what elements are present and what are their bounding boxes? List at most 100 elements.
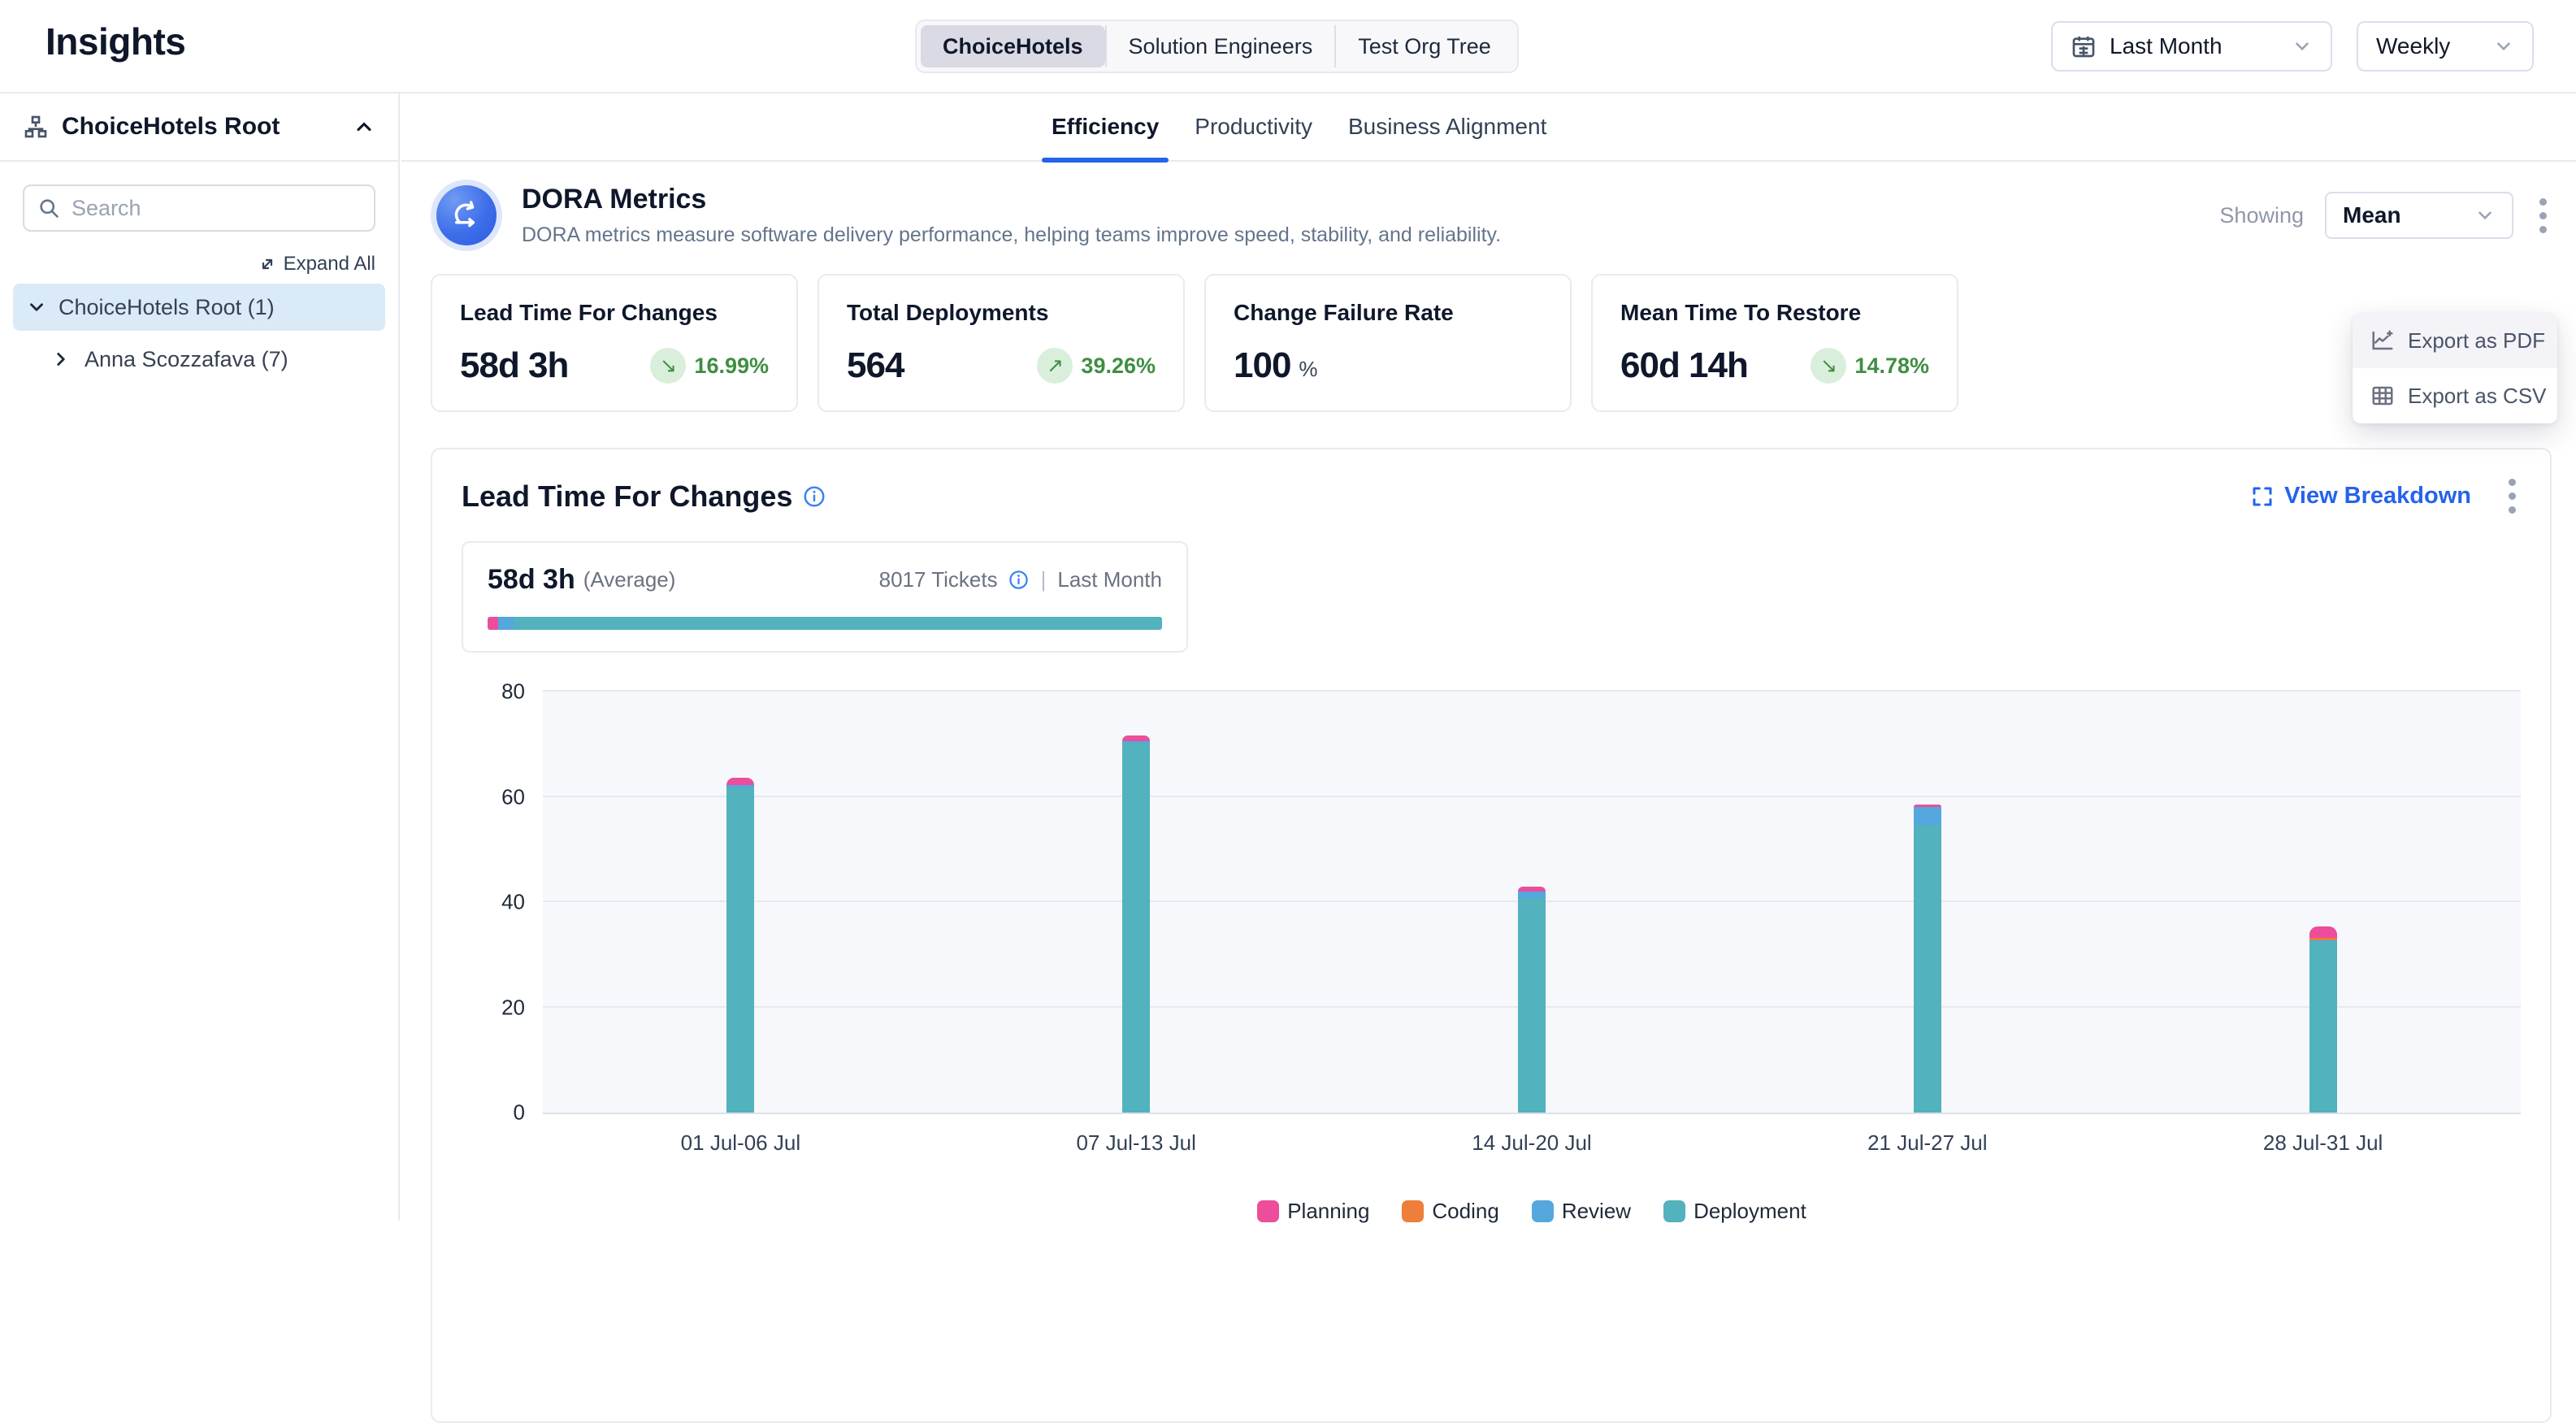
summary-period: Last Month: [1057, 567, 1162, 592]
legend-item-planning[interactable]: Planning: [1257, 1199, 1369, 1224]
chevron-down-icon: [2292, 36, 2313, 57]
summary-qualifier: (Average): [583, 567, 676, 592]
main-area: Efficiency Productivity Business Alignme…: [401, 93, 2576, 1221]
legend-swatch: [1663, 1200, 1685, 1222]
stacked-bar[interactable]: [726, 692, 754, 1113]
legend-label: Review: [1562, 1199, 1631, 1224]
sidebar-search[interactable]: [23, 184, 375, 232]
metric-title: Total Deployments: [847, 300, 1156, 326]
org-chart-icon: [23, 114, 49, 140]
org-tab-choicehotels[interactable]: ChoiceHotels: [921, 25, 1105, 67]
lead-time-chart: 020406080 01 Jul-06 Jul07 Jul-13 Jul14 J…: [462, 692, 2521, 1224]
panel-kebab-menu[interactable]: [2504, 474, 2521, 518]
dora-section-title: DORA Metrics: [522, 184, 1501, 215]
expand-all-label: Expand All: [284, 253, 375, 275]
metric-unit: %: [1299, 357, 1317, 382]
metric-value: 58d 3h: [460, 345, 568, 386]
tree-item-label: Anna Scozzafava (7): [85, 347, 288, 372]
chevron-down-icon: [2474, 205, 2496, 226]
page-title: Insights: [46, 20, 185, 63]
metric-card-total-deployments[interactable]: Total Deployments 564 ↗ 39.26%: [817, 274, 1185, 412]
tickets-count: 8017 Tickets: [879, 567, 998, 592]
x-axis-label: 01 Jul-06 Jul: [681, 1130, 800, 1156]
lead-time-panel: Lead Time For Changes View Breakdown: [431, 448, 2552, 1423]
info-icon[interactable]: [1008, 569, 1030, 591]
delta-value: 16.99%: [694, 354, 769, 379]
tree-item-label: ChoiceHotels Root (1): [59, 295, 275, 320]
progress-planning: [488, 617, 498, 630]
legend-item-coding[interactable]: Coding: [1402, 1199, 1498, 1224]
chart-plot: 020406080: [543, 692, 2521, 1114]
org-tab-test-org-tree[interactable]: Test Org Tree: [1334, 25, 1513, 67]
dora-section-description: DORA metrics measure software delivery p…: [522, 223, 1501, 247]
metric-card-change-failure-rate[interactable]: Change Failure Rate 100 %: [1204, 274, 1572, 412]
legend-item-review[interactable]: Review: [1532, 1199, 1631, 1224]
metric-title: Lead Time For Changes: [460, 300, 769, 326]
metric-value: 60d 14h: [1620, 345, 1748, 386]
dora-metrics-icon: [431, 180, 502, 251]
x-axis-label: 07 Jul-13 Jul: [1076, 1130, 1195, 1156]
progress-review: [498, 617, 513, 630]
view-breakdown-button[interactable]: View Breakdown: [2250, 483, 2471, 510]
bar-segment-deployment: [726, 787, 754, 1113]
y-axis-tick: 0: [514, 1100, 525, 1126]
legend-label: Planning: [1287, 1199, 1369, 1224]
expand-arrows-icon: [258, 254, 277, 274]
stacked-bar[interactable]: [1518, 692, 1546, 1113]
metric-card-lead-time[interactable]: Lead Time For Changes 58d 3h ↘ 16.99%: [431, 274, 798, 412]
org-tree-sidebar: ChoiceHotels Root Expand All ChoiceHotel…: [0, 93, 400, 1221]
chevron-down-icon: [26, 297, 47, 318]
divider: |: [1041, 567, 1047, 592]
x-axis-label: 21 Jul-27 Jul: [1867, 1130, 1987, 1156]
chart-export-icon: [2370, 328, 2395, 353]
phase-progress-bar: [488, 617, 1162, 630]
period-dropdown[interactable]: Last Month: [2051, 21, 2332, 72]
granularity-dropdown[interactable]: Weekly: [2357, 21, 2534, 72]
trend-down-icon: ↘: [1811, 348, 1846, 384]
stacked-bar[interactable]: [2309, 692, 2337, 1113]
aggregation-dropdown[interactable]: Mean: [2325, 192, 2513, 239]
legend-item-deployment[interactable]: Deployment: [1663, 1199, 1806, 1224]
granularity-value: Weekly: [2376, 33, 2450, 59]
delta-value: 14.78%: [1854, 354, 1929, 379]
table-icon: [2370, 384, 2395, 408]
tab-business-alignment[interactable]: Business Alignment: [1348, 93, 1546, 161]
export-pdf-item[interactable]: Export as PDF: [2353, 313, 2557, 368]
aggregation-value: Mean: [2343, 202, 2401, 228]
bar-segment-planning: [726, 778, 754, 784]
sidebar-header[interactable]: ChoiceHotels Root: [0, 93, 398, 162]
export-csv-item[interactable]: Export as CSV: [2353, 368, 2557, 423]
info-icon[interactable]: [802, 484, 826, 509]
y-axis-tick: 60: [501, 784, 525, 809]
export-menu: Export as PDF Export as CSV: [2353, 313, 2557, 423]
chart-x-labels: 01 Jul-06 Jul07 Jul-13 Jul14 Jul-20 Jul2…: [543, 1130, 2521, 1160]
org-tab-solution-engineers[interactable]: Solution Engineers: [1105, 25, 1335, 67]
trend-up-icon: ↗: [1037, 348, 1073, 384]
tab-efficiency[interactable]: Efficiency: [1052, 93, 1159, 161]
tree-item-root[interactable]: ChoiceHotels Root (1): [13, 284, 385, 331]
tree-item-child[interactable]: Anna Scozzafava (7): [50, 339, 385, 380]
chevron-up-icon[interactable]: [353, 115, 375, 138]
org-tab-group: ChoiceHotels Solution Engineers Test Org…: [915, 20, 1519, 73]
expand-all-button[interactable]: Expand All: [23, 253, 375, 275]
metric-value: 100: [1234, 345, 1290, 386]
progress-deployment: [514, 617, 1162, 630]
sidebar-root-label: ChoiceHotels Root: [62, 113, 280, 141]
export-csv-label: Export as CSV: [2408, 384, 2547, 409]
summary-value: 58d 3h: [488, 564, 575, 596]
stacked-bar[interactable]: [1122, 692, 1150, 1113]
search-input[interactable]: [72, 196, 361, 221]
tab-productivity[interactable]: Productivity: [1195, 93, 1312, 161]
stacked-bar[interactable]: [1914, 692, 1941, 1113]
panel-title: Lead Time For Changes: [462, 479, 792, 514]
dora-kebab-menu[interactable]: [2535, 193, 2552, 238]
bar-segment-deployment: [1518, 898, 1546, 1113]
bar-segment-deployment: [1914, 825, 1941, 1113]
delta-value: 39.26%: [1081, 354, 1156, 379]
x-axis-label: 28 Jul-31 Jul: [2263, 1130, 2383, 1156]
export-pdf-label: Export as PDF: [2408, 328, 2545, 354]
bar-segment-review: [1914, 807, 1941, 825]
metric-card-mean-time-to-restore[interactable]: Mean Time To Restore 60d 14h ↘ 14.78%: [1591, 274, 1958, 412]
metric-title: Change Failure Rate: [1234, 300, 1542, 326]
showing-label: Showing: [2219, 203, 2304, 228]
